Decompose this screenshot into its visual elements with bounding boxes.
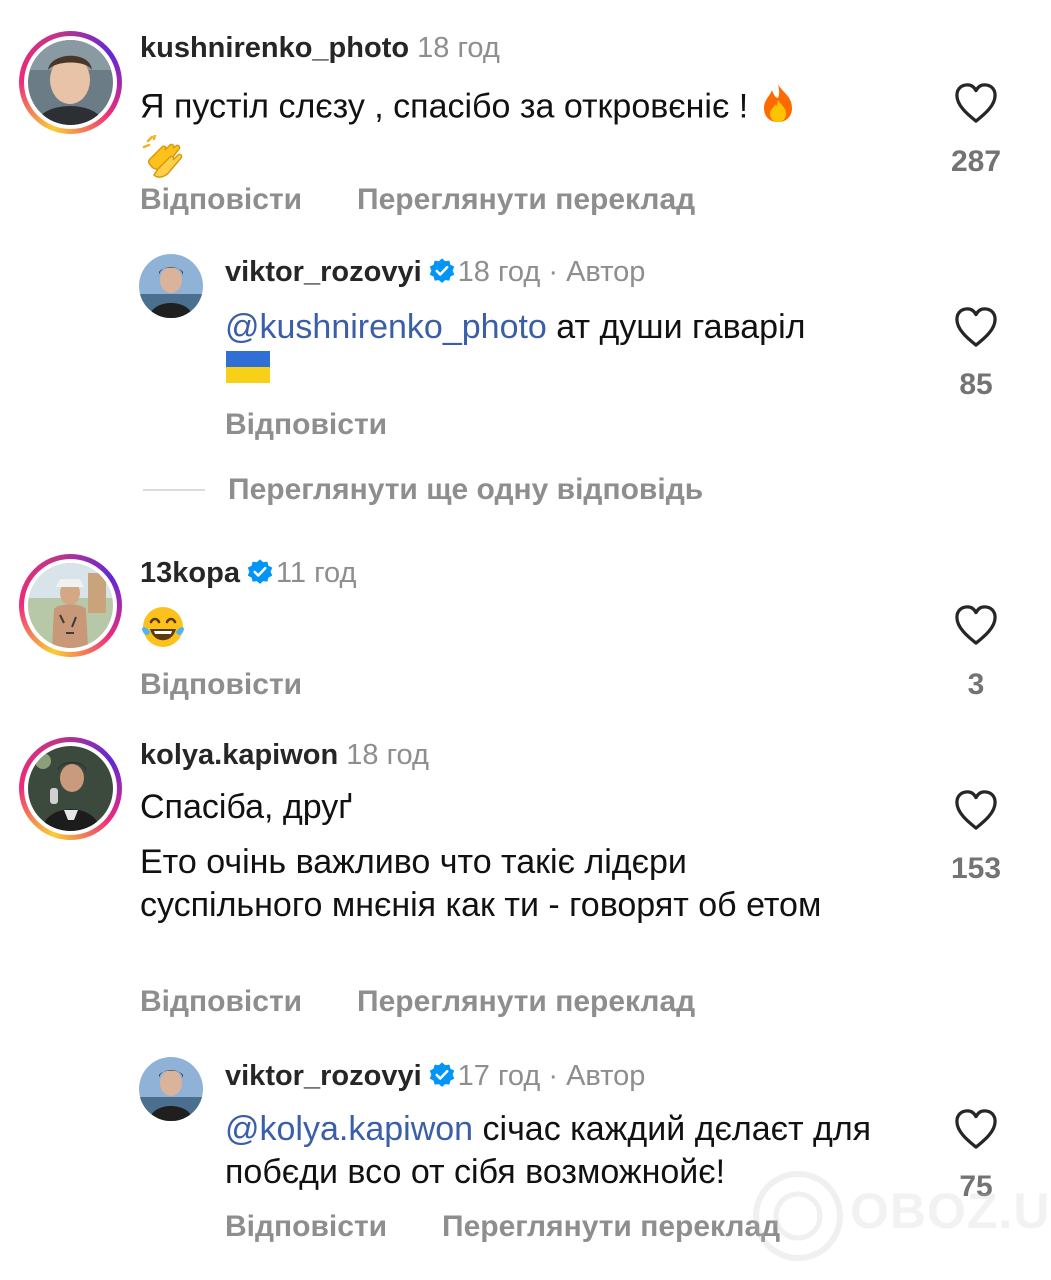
comment-text <box>140 604 186 661</box>
see-translation-button[interactable]: Переглянути переклад <box>442 1210 780 1244</box>
heart-icon[interactable] <box>953 604 999 646</box>
reply-button[interactable]: Відповісти <box>225 408 387 442</box>
timestamp: 18 год <box>346 739 429 771</box>
avatar-kushnirenko[interactable] <box>28 40 113 125</box>
like-count: 3 <box>967 668 985 701</box>
see-translation-button[interactable]: Переглянути переклад <box>357 183 695 217</box>
timestamp: 18 год <box>417 32 500 64</box>
username[interactable]: kushnirenko_photo <box>140 32 409 64</box>
comment-text: Я пустіл слєзу , спасібо за откровєніє ! <box>140 82 920 192</box>
heart-icon[interactable] <box>953 1108 999 1150</box>
timestamp: 11 год <box>275 557 357 589</box>
comment-header: viktor_rozovyi 17 год · Автор <box>225 1060 645 1093</box>
reply-button[interactable]: Відповісти <box>225 1210 387 1244</box>
like-count: 287 <box>950 145 1002 178</box>
comment-body-line1: Спасіба, друґ <box>140 788 353 826</box>
view-more-replies-button[interactable]: Переглянути ще одну відповідь <box>228 473 703 507</box>
mention-link[interactable]: @kolya.kapiwon <box>225 1110 473 1148</box>
verified-badge-icon <box>428 257 456 285</box>
username[interactable]: viktor_rozovyi <box>225 1060 422 1092</box>
avatar-viktor[interactable] <box>139 254 203 318</box>
mention-link[interactable]: @kushnirenko_photo <box>225 308 547 346</box>
watermark-text: OBOZ.UA <box>850 1183 1051 1239</box>
comment-body-line2: Ето очінь важливо что такіє лідєри суспі… <box>140 843 822 924</box>
watermark-logo-icon <box>753 1171 843 1261</box>
thread-divider <box>143 489 205 491</box>
comment-header: kolya.kapiwon 18 год <box>140 739 429 772</box>
reply-button[interactable]: Відповісти <box>140 183 302 217</box>
comment-text: @kushnirenko_photo ат души гаваріл <box>225 306 925 395</box>
comment-header: viktor_rozovyi 18 год · Автор <box>225 256 645 289</box>
verified-badge-icon <box>246 558 274 586</box>
verified-badge-icon <box>428 1061 456 1089</box>
ukraine-flag-emoji <box>225 350 271 395</box>
timestamp: 17 год <box>457 1060 541 1092</box>
comment-header: kushnirenko_photo 18 год <box>140 32 500 65</box>
timestamp: 18 год <box>457 256 541 288</box>
comment-header: 13kopa 11 год <box>140 557 356 590</box>
author-label: · Автор <box>548 256 646 288</box>
reply-button[interactable]: Відповісти <box>140 985 302 1019</box>
avatar-kolya[interactable] <box>28 746 113 831</box>
username[interactable]: viktor_rozovyi <box>225 256 422 288</box>
comment-body: ат души гаваріл <box>546 308 806 346</box>
fire-emoji <box>758 82 798 135</box>
like-count: 153 <box>950 852 1002 885</box>
username[interactable]: 13kopa <box>140 557 240 589</box>
like-count: 85 <box>959 368 993 401</box>
heart-icon[interactable] <box>953 789 999 831</box>
author-label: · Автор <box>548 1060 646 1092</box>
username[interactable]: kolya.kapiwon <box>140 739 338 771</box>
reply-button[interactable]: Відповісти <box>140 668 302 702</box>
heart-icon[interactable] <box>953 82 999 124</box>
comment-body: Я пустіл слєзу , спасібо за откровєніє ! <box>140 87 749 126</box>
tears-of-joy-emoji <box>140 604 186 661</box>
watermark: OBOZ.UA <box>752 1160 1051 1275</box>
heart-icon[interactable] <box>953 306 999 348</box>
avatar-13kopa[interactable] <box>28 563 113 648</box>
comment-text: Спасіба, друґ Ето очінь важливо что такі… <box>140 786 900 927</box>
avatar-viktor[interactable] <box>139 1057 203 1121</box>
see-translation-button[interactable]: Переглянути переклад <box>357 985 695 1019</box>
